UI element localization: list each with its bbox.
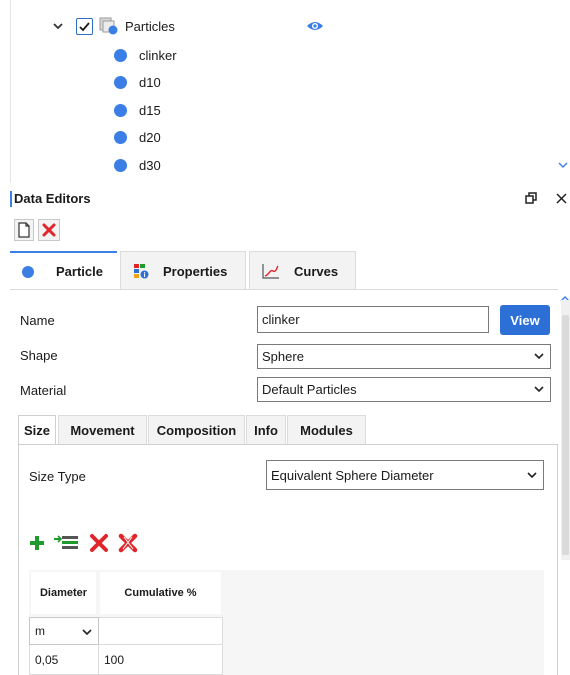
tree-item-label: clinker: [139, 47, 177, 63]
chevron-down-icon: [82, 629, 92, 636]
name-input-value: clinker: [262, 312, 300, 327]
chevron-down-icon: [527, 472, 537, 479]
tree-item[interactable]: d10: [114, 71, 161, 93]
delete-button[interactable]: [38, 219, 60, 241]
tab-label: Size: [23, 423, 50, 438]
tree-item-label: d20: [139, 129, 161, 145]
column-header-label: Cumulative %: [124, 587, 197, 599]
delete-row-icon[interactable]: [89, 533, 109, 553]
particle-dot-icon: [114, 103, 127, 117]
add-row-icon[interactable]: [27, 533, 47, 553]
chart-curve-icon: [262, 264, 279, 279]
unit-select-value: m: [35, 624, 45, 638]
chevron-down-icon: [534, 353, 544, 360]
tab-modules[interactable]: Modules: [287, 415, 366, 445]
insert-rows-icon[interactable]: [52, 533, 80, 553]
table-cell[interactable]: 0,05: [29, 645, 99, 675]
tab-info[interactable]: Info: [246, 415, 286, 445]
particles-group-icon: [99, 17, 118, 35]
tab-label: Particle: [56, 264, 103, 279]
name-label: Name: [20, 313, 55, 328]
eye-icon[interactable]: [306, 19, 324, 33]
particle-dot-icon: [114, 75, 127, 89]
tab-baseline: [10, 289, 558, 290]
shape-select-value: Sphere: [262, 349, 304, 364]
cell-value: 0,05: [35, 652, 59, 667]
tree-item-label: d15: [139, 102, 161, 118]
cell-value: 100: [104, 652, 125, 667]
particle-dot-icon: [114, 158, 127, 172]
tab-particle[interactable]: Particle: [10, 251, 117, 290]
size-type-value: Equivalent Sphere Diameter: [271, 467, 434, 483]
tree-item-label: d10: [139, 74, 161, 90]
tab-movement[interactable]: Movement: [58, 415, 147, 445]
tree-group-label: Particles: [125, 18, 175, 34]
chevron-down-icon: [534, 386, 544, 393]
object-tree: Particles clinker d10 d15 d20 d30: [0, 0, 570, 183]
tree-item[interactable]: d30: [114, 154, 161, 176]
column-header-label: Diameter: [39, 587, 88, 599]
view-button[interactable]: View: [500, 305, 550, 335]
header-accent-bar: [10, 191, 12, 207]
delete-all-rows-icon[interactable]: [118, 533, 138, 553]
float-window-icon[interactable]: [522, 189, 540, 207]
unit-cell-empty[interactable]: [99, 617, 223, 645]
material-select[interactable]: Default Particles: [257, 377, 551, 402]
particle-dot-icon: [114, 130, 127, 144]
tab-curves[interactable]: Curves: [249, 251, 356, 290]
material-label: Material: [20, 383, 67, 398]
shape-select[interactable]: Sphere: [257, 344, 551, 369]
scroll-down-arrow-icon[interactable]: [558, 160, 568, 170]
tab-label: Modules: [300, 423, 353, 438]
particle-dot-icon: [114, 48, 127, 62]
name-input[interactable]: clinker: [257, 306, 489, 333]
material-select-value: Default Particles: [262, 382, 357, 397]
tree-border: [10, 0, 11, 183]
size-distribution-table: Diameter Cumulative % m 0,05 100: [29, 570, 544, 675]
size-type-select[interactable]: Equivalent Sphere Diameter: [266, 460, 544, 490]
unit-select[interactable]: m: [29, 617, 99, 645]
tab-label: Movement: [70, 423, 135, 438]
properties-grid-icon: i: [134, 264, 149, 279]
main-tabs: Particle i Properties Curves: [10, 251, 558, 290]
tab-label: Composition: [156, 423, 237, 438]
tree-group-particles[interactable]: Particles: [52, 15, 175, 37]
tree-item-label: d30: [139, 157, 161, 173]
scrollbar-thumb[interactable]: [562, 315, 569, 555]
column-header-cumulative[interactable]: Cumulative %: [100, 572, 221, 614]
size-type-label: Size Type: [29, 469, 86, 484]
shape-label: Shape: [20, 348, 58, 363]
close-icon[interactable]: [552, 189, 570, 207]
tree-item[interactable]: d15: [114, 99, 161, 121]
chevron-down-icon[interactable]: [52, 20, 64, 32]
tab-size[interactable]: Size: [18, 415, 56, 445]
tab-composition[interactable]: Composition: [148, 415, 245, 445]
blue-dot-icon: [22, 265, 34, 278]
sub-tabs: Size Movement Composition Info Modules: [18, 415, 548, 445]
svg-text:i: i: [143, 272, 145, 279]
red-x-icon: [42, 223, 56, 237]
checkmark-icon: [79, 21, 90, 31]
document-icon: [18, 222, 30, 238]
data-editors-title: Data Editors: [14, 191, 91, 206]
tab-label: Properties: [163, 263, 228, 279]
new-document-button[interactable]: [14, 219, 34, 241]
tab-label: Info: [254, 423, 278, 438]
table-cell[interactable]: 100: [99, 645, 223, 675]
column-header-diameter[interactable]: Diameter: [31, 572, 96, 614]
particles-checkbox[interactable]: [76, 17, 93, 35]
tree-item[interactable]: clinker: [114, 44, 177, 66]
tab-label: Curves: [294, 263, 339, 279]
tree-item[interactable]: d20: [114, 126, 161, 148]
data-editors-header: Data Editors: [0, 187, 570, 211]
tab-properties[interactable]: i Properties: [120, 251, 246, 290]
